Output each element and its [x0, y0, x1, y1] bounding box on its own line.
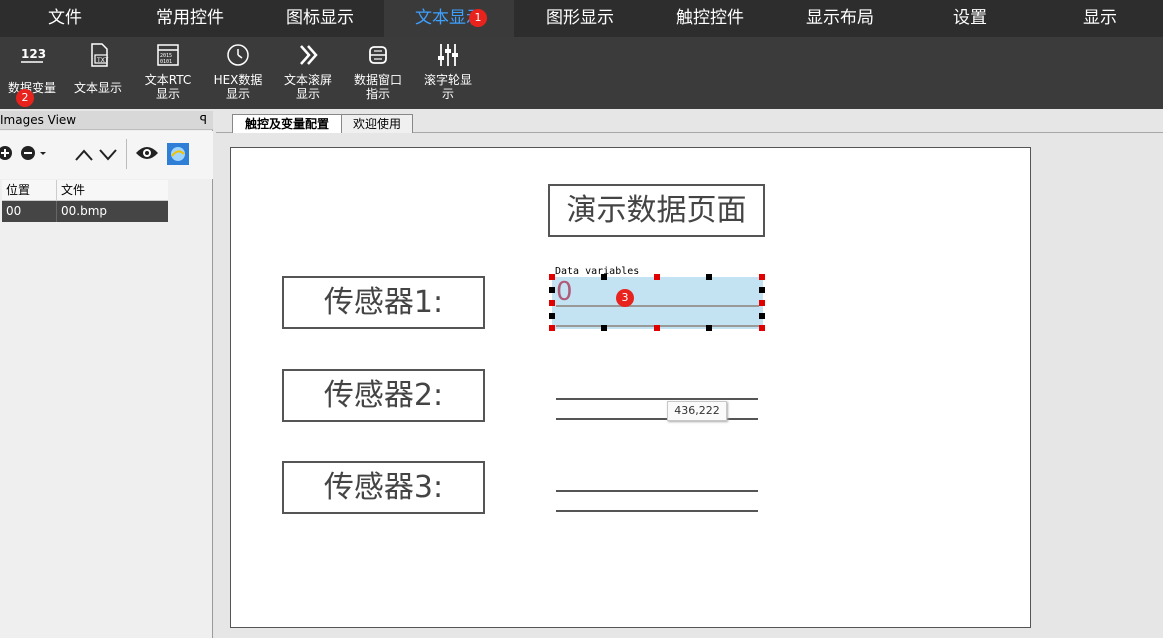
text-file-icon: TXT [66, 41, 130, 69]
sliders-icon [416, 41, 480, 69]
text-rtc-button[interactable]: 2015 0101 文本RTC 显示 [136, 41, 200, 101]
field-line [556, 418, 758, 420]
svg-text:123: 123 [21, 47, 46, 61]
resize-handle[interactable] [706, 274, 712, 280]
text-scroll-button[interactable]: 文本滚屏 显示 [276, 41, 340, 101]
sensor-3-label[interactable]: 传感器3: [282, 461, 485, 514]
scroll-window-icon [346, 41, 410, 69]
ribbon-label: 滚字轮显 [423, 73, 472, 87]
resize-handle[interactable] [759, 274, 765, 280]
resize-handle[interactable] [601, 274, 607, 280]
field-line [556, 490, 758, 492]
ribbon-label-line2: 显示 [295, 87, 320, 101]
resize-handle[interactable] [549, 287, 555, 293]
remove-dropdown-icon[interactable] [20, 145, 50, 165]
data-variable-button[interactable]: 123 数据变量 [0, 41, 64, 95]
menu-bar: 文件 常用控件 图标显示 文本显示 图形显示 触控控件 显示布局 设置 显示 1 [0, 0, 1163, 37]
sensor-2-label[interactable]: 传感器2: [282, 369, 485, 422]
document-tabs: 触控及变量配置 欢迎使用 [216, 111, 1163, 133]
svg-text:TXT: TXT [96, 57, 109, 64]
sensor-1-label[interactable]: 传感器1: [282, 276, 485, 329]
ribbon-toolbar: 123 数据变量 TXT 文本显示 2015 0101 文本RTC 显示 HEX数… [0, 37, 1163, 109]
data-variable-widget-3[interactable] [556, 490, 758, 514]
menu-settings[interactable]: 设置 [905, 0, 1035, 37]
menu-display[interactable]: 显示 [1035, 0, 1163, 37]
menu-icon-display[interactable]: 图标显示 [255, 0, 385, 37]
ribbon-label-line2: 指示 [365, 87, 390, 101]
numeric-123-icon: 123 [0, 41, 64, 69]
resize-handle[interactable] [706, 325, 712, 331]
images-view-panel: Images View ꟼ 位置 文件 00 00.bmp [0, 111, 213, 638]
row-file: 00.bmp [61, 204, 108, 218]
cursor-coordinate-tooltip: 436,222 [667, 401, 727, 421]
ribbon-label: HEX数据 [213, 73, 263, 87]
table-header: 位置 文件 [2, 180, 168, 201]
ribbon-label-line2: 示 [441, 87, 454, 101]
menu-text-display[interactable]: 文本显示 [384, 0, 514, 37]
annotation-badge-2: 2 [16, 89, 34, 107]
text-display-button[interactable]: TXT 文本显示 [66, 41, 130, 95]
data-variable-widget-2[interactable] [556, 398, 758, 422]
resize-handle[interactable] [549, 325, 555, 331]
ribbon-label: 文本滚屏 [283, 73, 332, 87]
tab-touch-variable-config[interactable]: 触控及变量配置 [232, 114, 342, 133]
data-window-button[interactable]: 数据窗口 指示 [346, 41, 410, 101]
move-down-icon[interactable] [98, 147, 118, 166]
variable-value: 0 [556, 277, 573, 307]
annotation-badge-1: 1 [469, 9, 487, 27]
field-line [556, 305, 759, 307]
menu-touch-controls[interactable]: 触控控件 [645, 0, 775, 37]
scroll-wheel-button[interactable]: 滚字轮显 示 [416, 41, 480, 101]
column-header-position[interactable]: 位置 [2, 180, 57, 201]
resize-handle[interactable] [549, 300, 555, 306]
menu-file[interactable]: 文件 [0, 0, 130, 37]
tab-welcome[interactable]: 欢迎使用 [341, 114, 413, 133]
divider [126, 139, 127, 169]
hex-data-button[interactable]: HEX数据 显示 [206, 41, 270, 101]
field-line [556, 510, 758, 512]
image-browse-icon[interactable] [166, 142, 190, 170]
ribbon-label-line2: 显示 [155, 87, 180, 101]
menu-display-layout[interactable]: 显示布局 [775, 0, 905, 37]
page-title-box[interactable]: 演示数据页面 [548, 184, 765, 237]
images-view-title: Images View [0, 113, 77, 127]
menu-graphic-display[interactable]: 图形显示 [515, 0, 645, 37]
ribbon-label: 文本RTC [144, 73, 192, 87]
preview-eye-icon[interactable] [135, 143, 159, 167]
move-up-icon[interactable] [74, 147, 94, 166]
images-view-toolbar [0, 131, 213, 179]
calendar-rtc-icon: 2015 0101 [136, 41, 200, 69]
row-position: 00 [2, 201, 57, 222]
resize-handle[interactable] [601, 325, 607, 331]
resize-handle[interactable] [759, 313, 765, 319]
widget-caption: Data variables [555, 266, 640, 277]
ribbon-label: 数据窗口 [353, 73, 402, 87]
annotation-badge-3: 3 [616, 289, 634, 307]
resize-handle[interactable] [549, 274, 555, 280]
images-table: 位置 文件 00 00.bmp [2, 180, 168, 222]
resize-handle[interactable] [654, 274, 660, 280]
resize-handle[interactable] [654, 325, 660, 331]
ribbon-label: 文本显示 [73, 81, 122, 95]
images-view-header: Images View ꟼ [0, 111, 213, 130]
menu-common-controls[interactable]: 常用控件 [125, 0, 255, 37]
clock-icon [206, 41, 270, 69]
column-header-file[interactable]: 文件 [57, 180, 168, 201]
resize-handle[interactable] [759, 325, 765, 331]
add-icon[interactable] [0, 145, 13, 165]
resize-handle[interactable] [549, 313, 555, 319]
field-line [556, 398, 758, 400]
design-canvas[interactable]: 演示数据页面 传感器1: 传感器2: 传感器3: 0 Data variable… [230, 147, 1031, 628]
ribbon-label-line2: 显示 [225, 87, 250, 101]
pin-icon[interactable]: ꟼ [200, 111, 207, 130]
resize-handle[interactable] [759, 287, 765, 293]
resize-handle[interactable] [759, 300, 765, 306]
svg-text:0101: 0101 [160, 59, 172, 65]
table-row[interactable]: 00 00.bmp [2, 201, 168, 222]
data-variable-widget[interactable]: 0 [552, 277, 763, 329]
double-chevron-icon [276, 41, 340, 69]
